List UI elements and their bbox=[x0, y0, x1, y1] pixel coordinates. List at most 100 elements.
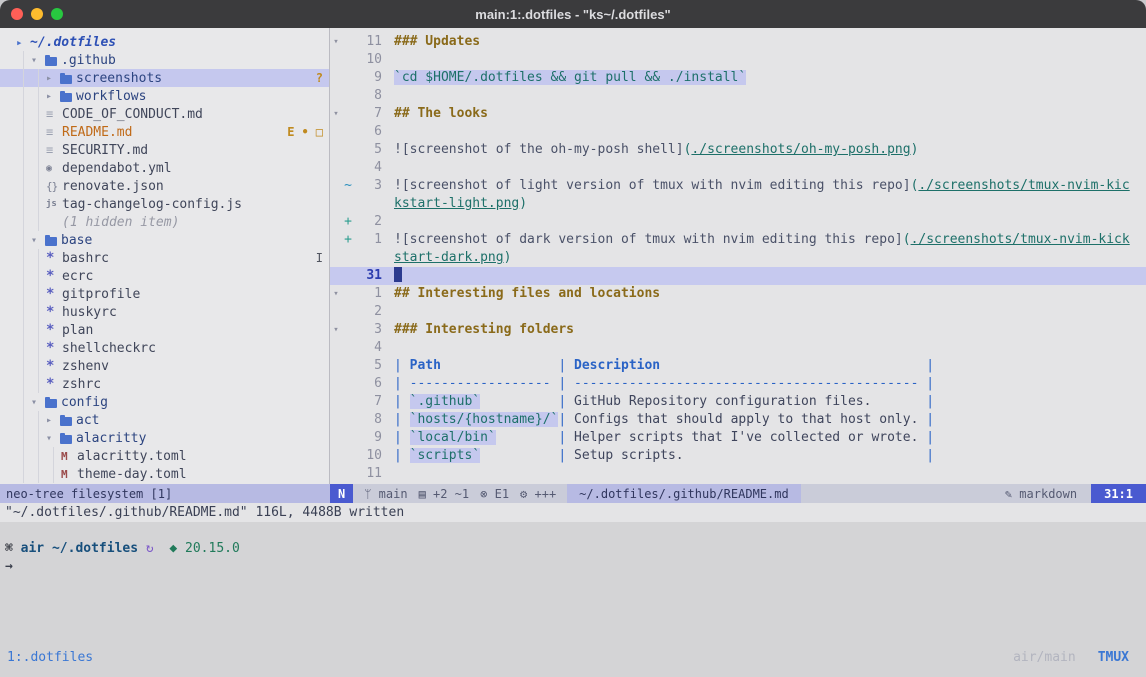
chevron-right-icon[interactable]: ▸ bbox=[46, 91, 60, 102]
statusline-item: ᛘ main bbox=[364, 487, 407, 501]
editor-line[interactable]: 9`cd $HOME/.dotfiles && git pull && ./in… bbox=[330, 69, 1146, 87]
editor-line[interactable]: 4 bbox=[330, 159, 1146, 177]
tree-item-ecrc[interactable]: *ecrc bbox=[0, 267, 329, 285]
line-number: 10 bbox=[354, 51, 382, 69]
line-text: ## The looks bbox=[394, 105, 1146, 123]
chevron-down-icon[interactable]: ▾ bbox=[31, 55, 45, 66]
line-text bbox=[394, 465, 1146, 483]
git-sign: + bbox=[342, 231, 354, 249]
indent-guide bbox=[16, 105, 31, 123]
editor-lines: ▾11### Updates109`cd $HOME/.dotfiles && … bbox=[330, 33, 1146, 483]
tmux-window-tab[interactable]: 1:.dotfiles bbox=[7, 650, 93, 665]
tree-item-badges: ? bbox=[316, 71, 323, 85]
tree-item-label: zshenv bbox=[62, 359, 109, 374]
fold-chevron-icon bbox=[330, 357, 342, 375]
indent-guide bbox=[16, 51, 31, 69]
tree-item-dependabot-yml[interactable]: ◉dependabot.yml bbox=[0, 159, 329, 177]
editor-line[interactable]: 10 bbox=[330, 51, 1146, 69]
chevron-down-icon[interactable]: ▾ bbox=[46, 433, 60, 444]
editor-line[interactable]: kstart-light.png) bbox=[330, 195, 1146, 213]
editor-line[interactable]: 8 bbox=[330, 87, 1146, 105]
tree-item-dotfiles[interactable]: ▸~/.dotfiles bbox=[0, 33, 329, 51]
tree-item-plan[interactable]: *plan bbox=[0, 321, 329, 339]
shell-pane[interactable]: ⌘ air ~/.dotfiles ↻ ◆ 20.15.0 → 1:.dotfi… bbox=[0, 522, 1146, 677]
editor-line[interactable]: +1![screenshot of dark version of tmux w… bbox=[330, 231, 1146, 249]
untracked-badge: ? bbox=[316, 71, 323, 85]
chevron-right-icon[interactable]: ▸ bbox=[46, 73, 60, 84]
tree-item-code-of-conduct-md[interactable]: ≡CODE_OF_CONDUCT.md bbox=[0, 105, 329, 123]
indent-guide bbox=[46, 447, 61, 465]
tree-item-shellcheckrc[interactable]: *shellcheckrc bbox=[0, 339, 329, 357]
tree-item-config[interactable]: ▾config bbox=[0, 393, 329, 411]
tree-item-renovate-json[interactable]: {}renovate.json bbox=[0, 177, 329, 195]
editor-line[interactable]: ▾1## Interesting files and locations bbox=[330, 285, 1146, 303]
tree-item-label: zshrc bbox=[62, 377, 101, 392]
prompt-arrow: → bbox=[5, 559, 1141, 577]
minimize-button[interactable] bbox=[31, 8, 43, 20]
editor-line[interactable]: start-dark.png) bbox=[330, 249, 1146, 267]
editor-line[interactable]: 7| `.github` | GitHub Repository configu… bbox=[330, 393, 1146, 411]
tmux-bar-right: air/main TMUX bbox=[1013, 650, 1139, 665]
git-sign bbox=[342, 141, 354, 159]
star-icon: * bbox=[46, 376, 62, 392]
git-sign bbox=[342, 159, 354, 177]
fold-chevron-icon[interactable]: ▾ bbox=[330, 33, 342, 51]
line-text bbox=[394, 159, 1146, 177]
editor-line[interactable]: 4 bbox=[330, 339, 1146, 357]
tree-item-base[interactable]: ▾base bbox=[0, 231, 329, 249]
git-sign bbox=[342, 33, 354, 51]
zoom-button[interactable] bbox=[51, 8, 63, 20]
tree-item-alacritty[interactable]: ▾alacritty bbox=[0, 429, 329, 447]
editor-line[interactable]: 8| `hosts/{hostname}/`| Configs that sho… bbox=[330, 411, 1146, 429]
chevron-right-icon[interactable]: ▸ bbox=[16, 36, 30, 49]
tree-item-github[interactable]: ▾.github bbox=[0, 51, 329, 69]
tree-item-bashrc[interactable]: *bashrcI bbox=[0, 249, 329, 267]
tree-item-act[interactable]: ▸act bbox=[0, 411, 329, 429]
editor-buffer[interactable]: ▾11### Updates109`cd $HOME/.dotfiles && … bbox=[330, 28, 1146, 484]
editor-line[interactable]: ▾11### Updates bbox=[330, 33, 1146, 51]
tree-item-tag-changelog-config-js[interactable]: jstag-changelog-config.js bbox=[0, 195, 329, 213]
indent-guide bbox=[31, 267, 46, 285]
tree-item-huskyrc[interactable]: *huskyrc bbox=[0, 303, 329, 321]
line-number: 3 bbox=[354, 177, 382, 195]
chevron-down-icon[interactable]: ▾ bbox=[31, 235, 45, 246]
editor-line[interactable]: ▾ 7 ## The looks bbox=[330, 105, 1146, 123]
close-button[interactable] bbox=[11, 8, 23, 20]
indent-guide bbox=[31, 357, 46, 375]
fold-chevron-icon[interactable]: ▾ bbox=[330, 321, 342, 339]
editor-line[interactable]: 11 bbox=[330, 465, 1146, 483]
pencil-icon: ✎ bbox=[1005, 487, 1012, 501]
chevron-down-icon[interactable]: ▾ bbox=[31, 397, 45, 408]
editor-line[interactable]: 5![screenshot of the oh-my-posh shell](.… bbox=[330, 141, 1146, 159]
fold-chevron-icon bbox=[330, 411, 342, 429]
chevron-right-icon[interactable]: ▸ bbox=[46, 415, 60, 426]
tree-item-readme-md[interactable]: ≡README.mdE•□ bbox=[0, 123, 329, 141]
editor-line[interactable]: 2 bbox=[330, 303, 1146, 321]
fold-chevron-icon[interactable]: ▾ bbox=[330, 105, 342, 123]
tree-item-workflows[interactable]: ▸workflows bbox=[0, 87, 329, 105]
editor-line[interactable]: 5| Path | Description | bbox=[330, 357, 1146, 375]
fold-chevron-icon[interactable]: ▾ bbox=[330, 285, 342, 303]
apple-icon: ⌘ bbox=[5, 541, 21, 556]
editor-line[interactable]: 6| ------------------ | ----------------… bbox=[330, 375, 1146, 393]
editor-line[interactable]: 31 bbox=[330, 267, 1146, 285]
tree-item-1-hidden-item[interactable]: (1 hidden item) bbox=[0, 213, 329, 231]
editor-line[interactable]: ▾3### Interesting folders bbox=[330, 321, 1146, 339]
tree-item-zshrc[interactable]: *zshrc bbox=[0, 375, 329, 393]
editor-line[interactable]: 10| `scripts` | Setup scripts. | bbox=[330, 447, 1146, 465]
tree-item-label: dependabot.yml bbox=[62, 161, 172, 176]
editor-line[interactable]: ~3![screenshot of light version of tmux … bbox=[330, 177, 1146, 195]
tree-item-alacritty-toml[interactable]: Malacritty.toml bbox=[0, 447, 329, 465]
tree-item-gitprofile[interactable]: *gitprofile bbox=[0, 285, 329, 303]
tree-item-screenshots[interactable]: ▸screenshots? bbox=[0, 69, 329, 87]
statusline-item: ⊗ E1 bbox=[480, 487, 509, 501]
tree-item-security-md[interactable]: ≡SECURITY.md bbox=[0, 141, 329, 159]
tree-item-theme-day-toml[interactable]: Mtheme-day.toml bbox=[0, 465, 329, 483]
editor-line[interactable]: 9| `local/bin` | Helper scripts that I'v… bbox=[330, 429, 1146, 447]
m-icon: M bbox=[61, 450, 77, 463]
line-number: 7 bbox=[354, 105, 382, 123]
line-text bbox=[394, 51, 1146, 69]
tree-item-zshenv[interactable]: *zshenv bbox=[0, 357, 329, 375]
editor-line[interactable]: 6 bbox=[330, 123, 1146, 141]
editor-line[interactable]: +2 bbox=[330, 213, 1146, 231]
